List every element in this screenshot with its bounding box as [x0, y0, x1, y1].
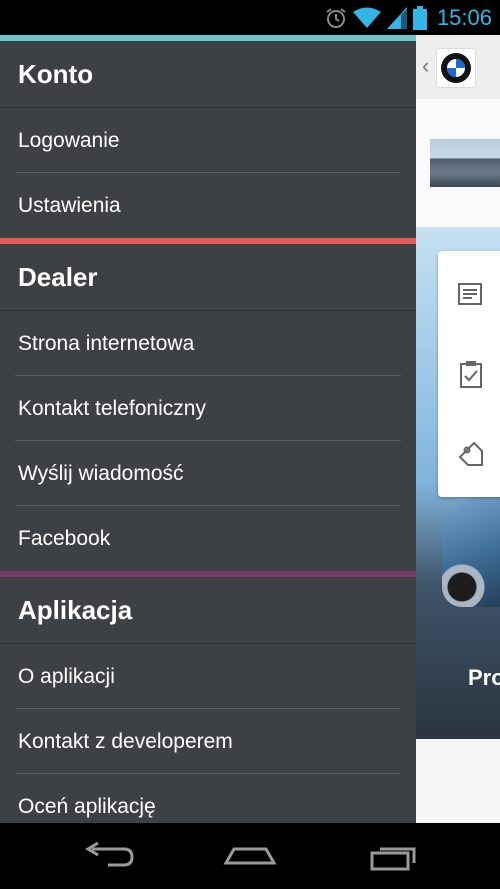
drawer-item-facebook[interactable]: Facebook: [0, 506, 416, 571]
section-application: Aplikacja O aplikacji Kontakt z develope…: [0, 571, 416, 823]
dealer-banner[interactable]: [416, 99, 500, 228]
hero-caption: Pro: [468, 665, 500, 690]
wifi-icon: [352, 7, 381, 28]
drawer-item-send-message[interactable]: Wyślij wiadomość: [0, 441, 416, 506]
back-icon[interactable]: [80, 841, 140, 871]
status-bar: 15:06: [0, 0, 500, 35]
recent-apps-icon[interactable]: [362, 841, 422, 871]
status-time: 15:06: [436, 5, 492, 30]
section-dealer: Dealer Strona internetowa Kontakt telefo…: [0, 238, 416, 571]
section-title-dealer: Dealer: [18, 262, 98, 292]
app-logo[interactable]: [436, 48, 476, 88]
navigation-drawer: Konto Logowanie Ustawienia Dealer Strona…: [0, 35, 416, 823]
app-area: ‹ Pro Konto Logowanie Ustawienia Dealer …: [0, 35, 500, 823]
car-image: [442, 497, 500, 607]
content-footer: [416, 739, 500, 823]
quick-menu-card: [438, 251, 500, 497]
status-icons: 15:06: [325, 3, 492, 33]
drawer-item-contact-developer[interactable]: Kontakt z developerem: [0, 709, 416, 774]
home-icon[interactable]: [220, 841, 280, 871]
news-icon[interactable]: [456, 279, 486, 309]
drawer-item-rate-app[interactable]: Oceń aplikację: [0, 774, 416, 823]
system-nav-bar: [0, 823, 500, 889]
drawer-indicator-chevron-icon[interactable]: ‹: [422, 53, 429, 79]
cell-signal-icon: [386, 7, 407, 29]
alarm-icon: [326, 8, 346, 28]
section-account: Konto Logowanie Ustawienia: [0, 35, 416, 238]
drawer-item-settings[interactable]: Ustawienia: [0, 173, 416, 238]
hero-image: Pro: [416, 227, 500, 739]
checklist-icon[interactable]: [456, 359, 486, 389]
drawer-item-website[interactable]: Strona internetowa: [0, 311, 416, 376]
action-bar: ‹: [416, 35, 500, 100]
drawer-item-phone-contact[interactable]: Kontakt telefoniczny: [0, 376, 416, 441]
app-content: ‹ Pro: [416, 35, 500, 823]
battery-icon: [412, 6, 427, 30]
drawer-item-login[interactable]: Logowanie: [0, 108, 416, 173]
brand-logo-icon: [441, 53, 471, 83]
section-title-application: Aplikacja: [18, 595, 133, 625]
drawer-item-about[interactable]: O aplikacji: [0, 644, 416, 709]
dealer-photo: [430, 139, 500, 187]
section-title-account: Konto: [18, 59, 94, 89]
tag-icon[interactable]: [456, 439, 486, 469]
